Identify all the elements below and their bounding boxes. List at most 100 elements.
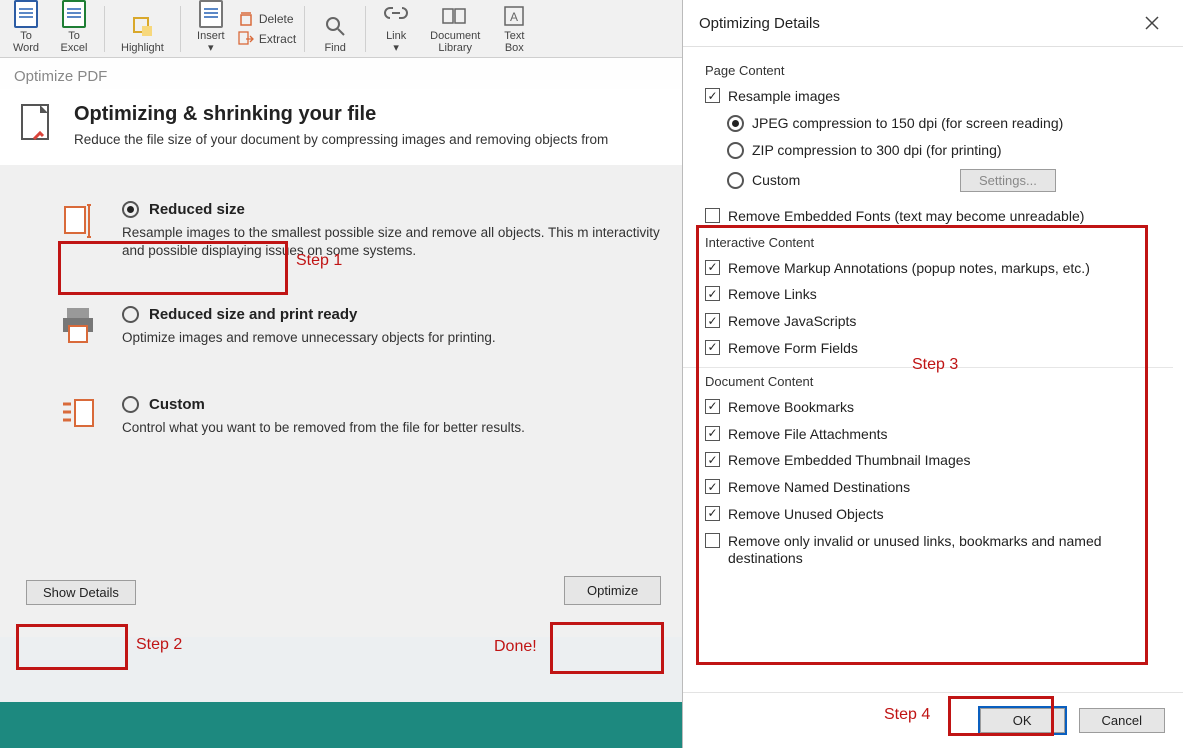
ribbon-extract-label: Extract (259, 32, 296, 46)
ribbon-to-excel[interactable]: To Excel (52, 2, 96, 56)
footer-bar (0, 702, 682, 748)
checkbox-icon (705, 340, 720, 355)
reduced-size-desc: Resample images to the smallest possible… (122, 224, 682, 260)
remove-markup-label: Remove Markup Annotations (popup notes, … (728, 260, 1173, 277)
print-ready-desc: Optimize images and remove unnecessary o… (122, 329, 682, 347)
radio-icon (727, 115, 744, 132)
checkbox-icon (705, 286, 720, 301)
resample-label: Resample images (728, 88, 1173, 105)
library-icon (441, 4, 469, 28)
ribbon-extract[interactable]: Extract (237, 30, 296, 48)
remove-form-checkbox[interactable]: Remove Form Fields (705, 340, 1173, 357)
remove-form-label: Remove Form Fields (728, 340, 1173, 357)
ribbon-document-library[interactable]: Document Library (422, 2, 488, 56)
ribbon-to-word[interactable]: To Word (4, 2, 48, 56)
dialog-title: Optimizing Details (699, 15, 820, 32)
svg-text:A: A (510, 10, 518, 24)
remove-invalid-checkbox[interactable]: Remove only invalid or unused links, boo… (705, 533, 1173, 567)
radio-icon (727, 142, 744, 159)
link-icon (382, 4, 410, 28)
custom-icon (60, 396, 98, 440)
reduced-size-radio[interactable] (122, 201, 139, 218)
ribbon-highlight[interactable]: Highlight (113, 2, 172, 56)
custom-compression-radio[interactable]: Custom Settings... (727, 169, 1173, 192)
optimize-button[interactable]: Optimize (564, 576, 661, 605)
custom-desc: Control what you want to be removed from… (122, 419, 682, 437)
remove-thumb-checkbox[interactable]: Remove Embedded Thumbnail Images (705, 452, 1173, 469)
remove-unused-checkbox[interactable]: Remove Unused Objects (705, 506, 1173, 523)
find-icon (321, 12, 349, 40)
reduced-size-icon (60, 201, 98, 245)
remove-unused-label: Remove Unused Objects (728, 506, 1173, 523)
checkbox-icon (705, 399, 720, 414)
remove-js-checkbox[interactable]: Remove JavaScripts (705, 313, 1173, 330)
ribbon-find[interactable]: Find (313, 2, 357, 56)
delete-icon (237, 10, 255, 28)
remove-fonts-checkbox[interactable]: Remove Embedded Fonts (text may become u… (705, 208, 1173, 225)
remove-bookmarks-label: Remove Bookmarks (728, 399, 1173, 416)
ribbon-to-word-label: To Word (13, 30, 39, 54)
hero-desc: Reduce the file size of your document by… (74, 132, 608, 147)
ribbon-separator (304, 6, 305, 52)
section-page-content: Page Content (705, 63, 1173, 78)
extract-icon (237, 30, 255, 48)
section-interactive-content: Interactive Content (705, 235, 1173, 250)
ribbon-link[interactable]: Link▾ (374, 2, 418, 56)
ok-button[interactable]: OK (980, 708, 1065, 733)
remove-links-label: Remove Links (728, 286, 1173, 303)
ribbon-text-box[interactable]: A Text Box (492, 2, 536, 56)
dialog-body: Page Content Resample images JPEG compre… (683, 46, 1183, 566)
ribbon-doclib-label: Document Library (430, 30, 480, 54)
remove-fonts-label: Remove Embedded Fonts (text may become u… (728, 208, 1173, 225)
jpeg-compression-radio[interactable]: JPEG compression to 150 dpi (for screen … (727, 115, 1173, 132)
settings-button[interactable]: Settings... (960, 169, 1056, 192)
ribbon-textbox-label: Text Box (504, 30, 524, 54)
ribbon-delete-extract-stack: Delete Extract (237, 2, 296, 56)
annotation-done-label: Done! (494, 638, 537, 656)
print-ready-radio[interactable] (122, 306, 139, 323)
word-icon (12, 0, 40, 28)
cancel-button[interactable]: Cancel (1079, 708, 1165, 733)
dialog-footer: OK Cancel (683, 692, 1183, 748)
ribbon-link-label: Link▾ (386, 30, 406, 54)
checkbox-icon (705, 533, 720, 548)
checkbox-icon (705, 452, 720, 467)
custom-radio[interactable] (122, 396, 139, 413)
print-ready-title: Reduced size and print ready (149, 306, 357, 323)
ribbon-delete[interactable]: Delete (237, 10, 296, 28)
custom-comp-label: Custom (752, 172, 952, 189)
show-details-button[interactable]: Show Details (26, 580, 136, 605)
checkbox-icon (705, 208, 720, 223)
checkbox-icon (705, 426, 720, 441)
remove-named-checkbox[interactable]: Remove Named Destinations (705, 479, 1173, 496)
remove-thumb-label: Remove Embedded Thumbnail Images (728, 452, 1173, 469)
checkbox-icon (705, 506, 720, 521)
radio-icon (727, 172, 744, 189)
remove-invalid-label: Remove only invalid or unused links, boo… (728, 533, 1173, 567)
remove-links-checkbox[interactable]: Remove Links (705, 286, 1173, 303)
ribbon-insert[interactable]: Insert▾ (189, 2, 233, 56)
remove-bookmarks-checkbox[interactable]: Remove Bookmarks (705, 399, 1173, 416)
insert-icon (197, 0, 225, 28)
remove-named-label: Remove Named Destinations (728, 479, 1173, 496)
ribbon-delete-label: Delete (259, 12, 294, 26)
hero-title: Optimizing & shrinking your file (74, 103, 608, 126)
custom-title: Custom (149, 396, 205, 413)
ribbon-separator (104, 6, 105, 52)
resample-images-checkbox[interactable]: Resample images (705, 88, 1173, 105)
remove-attach-checkbox[interactable]: Remove File Attachments (705, 426, 1173, 443)
excel-icon (60, 0, 88, 28)
checkbox-icon (705, 313, 720, 328)
close-button[interactable] (1137, 8, 1167, 38)
section-document-content: Document Content (705, 374, 1173, 389)
remove-attach-label: Remove File Attachments (728, 426, 1173, 443)
annotation-step2-label: Step 2 (136, 636, 182, 654)
ribbon-separator (365, 6, 366, 52)
zip-compression-radio[interactable]: ZIP compression to 300 dpi (for printing… (727, 142, 1173, 159)
remove-markup-checkbox[interactable]: Remove Markup Annotations (popup notes, … (705, 260, 1173, 277)
zip-label: ZIP compression to 300 dpi (for printing… (752, 142, 1173, 159)
ribbon-highlight-label: Highlight (121, 42, 164, 54)
checkbox-icon (705, 88, 720, 103)
reduced-size-title: Reduced size (149, 201, 245, 218)
ribbon-to-excel-label: To Excel (61, 30, 88, 54)
